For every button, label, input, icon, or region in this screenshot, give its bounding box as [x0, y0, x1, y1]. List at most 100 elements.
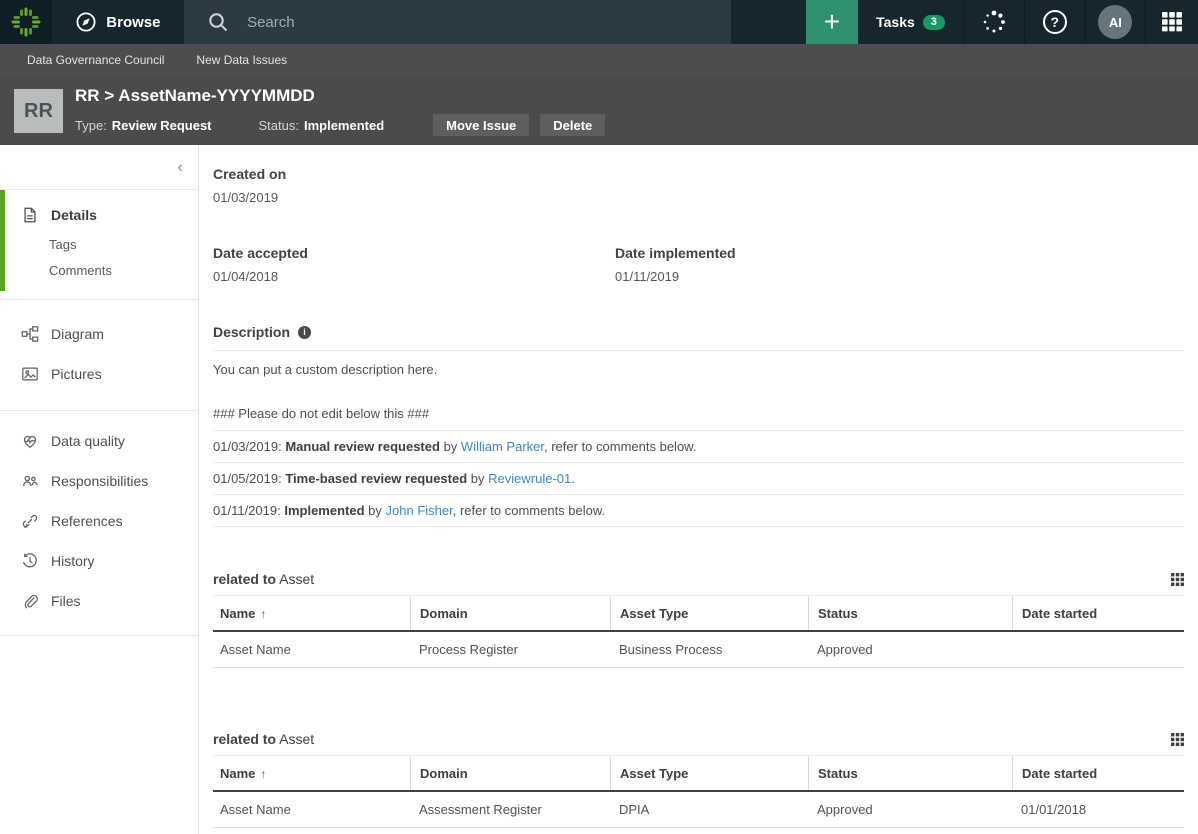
sidebar-item-references[interactable]: References	[0, 501, 198, 541]
asset-status: Status: Implemented	[259, 118, 385, 133]
field-created-on: Created on 01/03/2019	[213, 166, 1184, 205]
status-value: Implemented	[304, 118, 384, 133]
tasks-button[interactable]: Tasks 3	[858, 0, 963, 44]
diagram-icon	[21, 325, 39, 343]
sidebar-group-details: Details Tags Comments	[0, 190, 198, 300]
asset-meta-row: Type: Review Request Status: Implemented…	[75, 114, 605, 136]
info-icon[interactable]: i	[298, 326, 311, 339]
table-header-row: Name↑ Domain Asset Type Status Date star…	[213, 755, 1184, 792]
description-label: Description	[213, 324, 290, 340]
help-button[interactable]: ?	[1024, 0, 1085, 44]
collibra-logo-icon	[10, 6, 42, 38]
browse-label: Browse	[106, 14, 160, 31]
help-icon: ?	[1043, 10, 1067, 34]
sidebar-item-details[interactable]: Details	[0, 199, 198, 231]
browse-button[interactable]: Browse	[52, 0, 184, 44]
column-header-name[interactable]: Name↑	[213, 596, 410, 630]
field-label: Created on	[213, 166, 1184, 182]
app-window: Browse + Tasks 3	[0, 0, 1198, 834]
sidebar-item-responsibilities[interactable]: Responsibilities	[0, 461, 198, 501]
sidebar-item-diagram[interactable]: Diagram	[0, 314, 198, 354]
user-link[interactable]: John Fisher	[386, 503, 453, 518]
table-row[interactable]: Asset Name Process Register Business Pro…	[213, 632, 1184, 668]
user-avatar: AI	[1098, 5, 1132, 39]
table-options-button[interactable]	[1171, 733, 1184, 746]
rule-link[interactable]: Reviewrule-01	[488, 471, 571, 486]
plus-icon: +	[824, 8, 840, 36]
sidebar-item-label: Files	[51, 593, 81, 609]
cell-asset-type: DPIA	[610, 828, 808, 834]
activities-button[interactable]	[963, 0, 1024, 44]
link-icon	[21, 512, 39, 530]
column-header-domain[interactable]: Domain	[410, 596, 610, 630]
sidebar-collapse-button[interactable]: ‹	[0, 145, 198, 190]
sidebar-item-data-quality[interactable]: Data quality	[0, 421, 198, 461]
sidebar-item-label: Pictures	[51, 366, 102, 382]
page-body: ‹ Details Tags Comments	[0, 145, 1198, 834]
column-header-asset-type[interactable]: Asset Type	[610, 596, 808, 630]
create-button[interactable]: +	[806, 0, 858, 44]
table-row[interactable]: Asset Name Assessment Register DPIA Appr…	[213, 828, 1184, 834]
column-header-date-started[interactable]: Date started	[1012, 756, 1184, 790]
related-assets-section-1: related to Asset	[213, 571, 1184, 668]
field-date-implemented: Date implemented 01/11/2019	[615, 245, 1184, 284]
column-header-domain[interactable]: Domain	[410, 756, 610, 790]
breadcrumb-item-community[interactable]: Data Governance Council	[27, 53, 164, 67]
apps-menu-button[interactable]	[1145, 0, 1198, 44]
sidebar-item-label: Diagram	[51, 326, 104, 342]
column-header-asset-type[interactable]: Asset Type	[610, 756, 808, 790]
pictures-icon	[21, 365, 39, 383]
description-history-line: 01/05/2019: Time-based review requested …	[213, 463, 1184, 495]
sidebar-item-history[interactable]: History	[0, 541, 198, 581]
sidebar-item-comments[interactable]: Comments	[0, 257, 198, 283]
user-menu-button[interactable]: AI	[1085, 0, 1146, 44]
sidebar: ‹ Details Tags Comments	[0, 145, 199, 834]
delete-button[interactable]: Delete	[540, 114, 605, 136]
column-header-date-started[interactable]: Date started	[1012, 596, 1184, 630]
sidebar-item-pictures[interactable]: Pictures	[0, 354, 198, 394]
field-row-dates: Date accepted 01/04/2018 Date implemente…	[213, 245, 1184, 284]
sort-asc-icon: ↑	[260, 767, 266, 781]
cell-name: Asset Name	[213, 632, 410, 667]
type-value: Review Request	[112, 118, 212, 133]
sidebar-group-more: Data quality Responsibilities	[0, 411, 198, 636]
cell-domain: Assessment Register	[410, 792, 610, 827]
table-options-button[interactable]	[1171, 573, 1184, 586]
status-label: Status:	[259, 118, 299, 133]
column-header-name[interactable]: Name↑	[213, 756, 410, 790]
grid-dots-icon	[1171, 733, 1184, 746]
field-value: 01/04/2018	[213, 269, 615, 284]
paperclip-icon	[21, 592, 39, 610]
sidebar-item-tags[interactable]: Tags	[0, 231, 198, 257]
column-header-status[interactable]: Status	[808, 596, 1012, 630]
cell-name: Asset Name	[213, 792, 410, 827]
user-link[interactable]: William Parker	[461, 439, 544, 454]
cell-name: Asset Name	[213, 828, 410, 834]
field-date-accepted: Date accepted 01/04/2018	[213, 245, 615, 284]
app-logo[interactable]	[0, 0, 52, 44]
asset-header: RR RR > AssetName-YYYYMMDD Type: Review …	[0, 76, 1198, 145]
tasks-count-badge: 3	[923, 15, 945, 30]
cell-domain: Assessment Register	[410, 828, 610, 834]
apps-grid-icon	[1160, 10, 1184, 34]
relation-title-bold: related to	[213, 731, 276, 747]
table-row[interactable]: Asset Name Assessment Register DPIA Appr…	[213, 792, 1184, 828]
breadcrumb-item-domain[interactable]: New Data Issues	[196, 53, 287, 67]
column-header-status[interactable]: Status	[808, 756, 1012, 790]
cell-date-started: 01/03/2019	[1012, 828, 1184, 834]
sidebar-item-label: History	[51, 553, 95, 569]
history-event: Manual review requested	[285, 439, 440, 454]
description-section: Description i You can put a custom descr…	[213, 324, 1184, 527]
sidebar-item-files[interactable]: Files	[0, 581, 198, 621]
relation-title-rest: Asset	[279, 731, 314, 747]
relation-title-bold: related to	[213, 571, 276, 587]
field-label: Date implemented	[615, 245, 1184, 261]
move-issue-button[interactable]: Move Issue	[433, 114, 529, 136]
cell-domain: Process Register	[410, 632, 610, 667]
description-marker: ### Please do not edit below this ###	[213, 406, 1184, 431]
sidebar-group-visuals: Diagram Pictures	[0, 300, 198, 411]
sidebar-item-label: Details	[51, 207, 97, 223]
chevron-left-icon: ‹	[177, 157, 183, 177]
search-input[interactable]	[247, 14, 667, 31]
relation-title: related to Asset	[213, 571, 1184, 595]
